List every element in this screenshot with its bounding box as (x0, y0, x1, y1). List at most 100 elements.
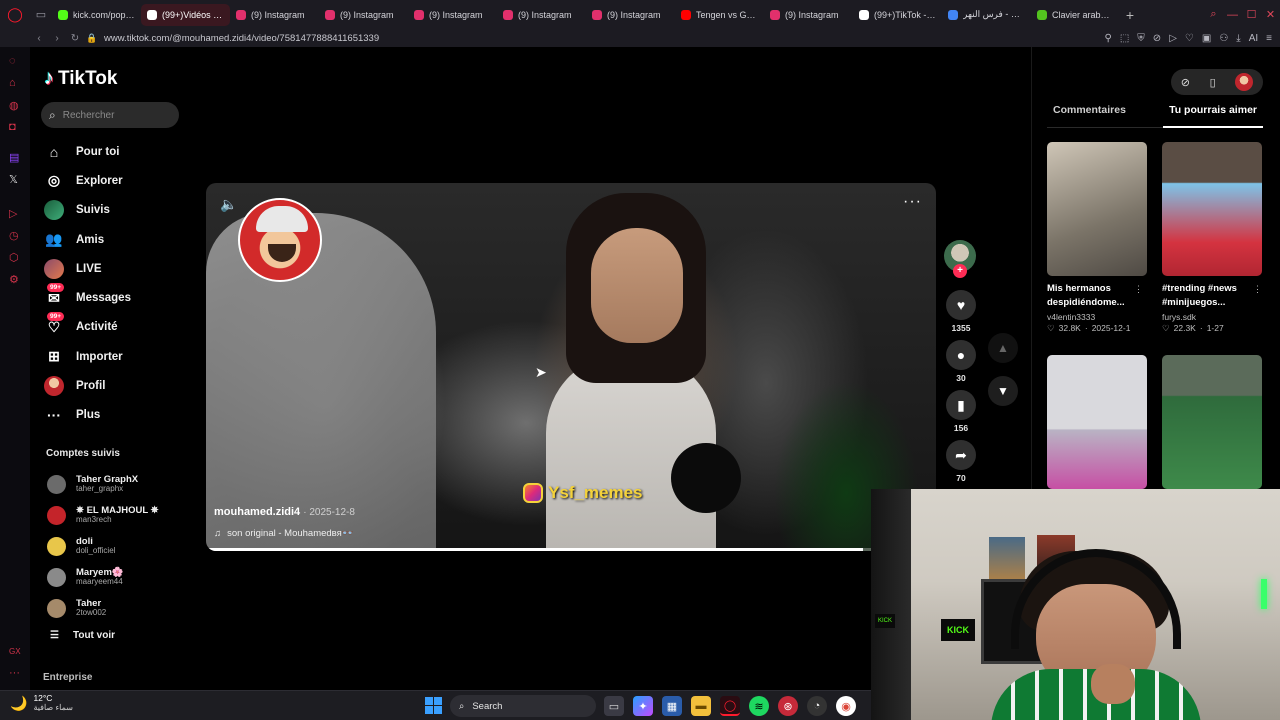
task-view-icon[interactable]: ▭ (604, 696, 624, 716)
nav-item[interactable]: Profil (44, 371, 194, 400)
followed-account[interactable]: Taher GraphX taher_graphx (47, 469, 197, 500)
browser-tab[interactable]: فرس النهر - Google (942, 4, 1031, 26)
messenger-icon[interactable]: ◍ (9, 99, 19, 112)
followed-account[interactable]: ✵ EL MAJHOUL ✵ man3rech (47, 500, 197, 531)
discover-icon[interactable]: ⊘ (1181, 76, 1190, 89)
video-progress-bar[interactable] (206, 548, 936, 551)
browser-tab[interactable]: (9) Instagram (497, 4, 586, 26)
search-tabs-icon[interactable]: ⌕ (1204, 8, 1223, 21)
bookmark-icon[interactable]: ⚲ (1105, 33, 1112, 44)
recommendation-card[interactable] (1162, 355, 1262, 489)
browser-tab[interactable]: (99+)Vidéos de Mouh (141, 3, 230, 26)
recommendation-thumbnail[interactable] (1047, 355, 1147, 489)
recommendation-card[interactable]: #trending #news #minijuegos... furys.sdk… (1162, 142, 1262, 334)
sidebar-more-icon[interactable]: ··· (9, 667, 20, 679)
windows-start-icon[interactable] (425, 697, 442, 714)
chrome-icon[interactable]: ◉ (836, 696, 856, 716)
weather-widget[interactable]: 🌙 12°C سماء صافية (10, 693, 73, 712)
search-box[interactable]: ⌕ (41, 102, 179, 128)
next-video-icon[interactable]: ▼ (988, 376, 1018, 406)
company-link[interactable]: Entreprise (43, 672, 92, 683)
browser-tab[interactable]: (9) Instagram (408, 4, 497, 26)
creator-avatar[interactable]: + (944, 240, 976, 278)
heart-icon[interactable]: ♡ (1185, 33, 1194, 44)
wallet-icon[interactable]: ▣ (1202, 33, 1211, 44)
browser-tab[interactable]: (99+)TikTok - M (853, 4, 942, 26)
player-icon[interactable]: ▷ (9, 207, 17, 220)
followed-account[interactable]: Taher 2tow002 (47, 593, 197, 624)
close-icon[interactable]: ✕ (1261, 8, 1280, 21)
account-icon[interactable]: ⚇ (1219, 33, 1228, 44)
back-icon[interactable]: ‹ (30, 33, 48, 44)
minimize-icon[interactable]: — (1223, 9, 1242, 21)
app-red-icon[interactable]: ⊛ (778, 696, 798, 716)
nav-item[interactable]: ⊞ Importer (44, 342, 194, 371)
download-icon[interactable]: ⤓ (1236, 33, 1240, 44)
maximize-icon[interactable]: ☐ (1242, 8, 1261, 21)
browser-tab[interactable]: Clavier arabe en (1031, 4, 1120, 26)
browser-tab[interactable]: (9) Instagram (586, 4, 675, 26)
recommendation-title[interactable]: Mis hermanos despidiéndome... (1047, 282, 1143, 311)
comment-icon[interactable]: ● (946, 340, 976, 370)
taskbar-search[interactable]: ⌕ Search (450, 695, 596, 717)
browser-tab[interactable]: (9) Instagram (319, 4, 408, 26)
opera-gx-taskbar-icon[interactable]: ◯ (720, 696, 740, 716)
extensions-icon[interactable]: ⬡ (9, 251, 19, 264)
bookmark-icon[interactable]: ▮ (946, 390, 976, 420)
followed-account[interactable]: Maryem🌸 maaryeem44 (47, 562, 197, 593)
comment-action[interactable]: ● 30 (944, 340, 978, 384)
instagram-icon[interactable]: ◘ (9, 121, 16, 133)
recommendation-user[interactable]: v4lentin3333 (1047, 312, 1147, 322)
recommendation-thumbnail[interactable] (1047, 142, 1147, 276)
url-field[interactable]: www.tiktok.com/@mouhamed.zidi4/video/758… (104, 33, 379, 44)
video-sound[interactable]: ♫ son original - Mouhamedвя👓 (214, 528, 354, 539)
nav-item[interactable]: 👥 Amis (44, 225, 194, 254)
browser-tab[interactable]: (9) Instagram (764, 4, 853, 26)
gx-icon[interactable]: GX (9, 647, 21, 656)
aria-ai-button[interactable]: AI (1249, 33, 1258, 44)
tiktok-logo[interactable]: ♪ TikTok (44, 67, 117, 90)
settings-icon[interactable]: ⚙ (9, 273, 19, 286)
screenshot-icon[interactable]: ⬚ (1120, 33, 1129, 44)
nav-item[interactable]: ♡ 99+ Activité (44, 312, 194, 342)
tracker-icon[interactable]: ⊘ (1153, 33, 1161, 44)
recommendation-card[interactable] (1047, 355, 1147, 489)
save-action[interactable]: ▮ 156 (944, 390, 978, 434)
shield-icon[interactable]: ⛨ (1137, 33, 1145, 44)
browser-tab[interactable]: (9) Instagram (230, 4, 319, 26)
recommendation-thumbnail[interactable] (1162, 355, 1262, 489)
previous-video-icon[interactable]: ▲ (988, 333, 1018, 363)
recommendation-card[interactable]: Mis hermanos despidiéndome... v4lentin33… (1047, 142, 1147, 334)
copilot-icon[interactable]: ✦ (633, 696, 653, 716)
app-gray-icon[interactable]: ◔ (807, 696, 827, 716)
x-icon[interactable]: 𝕏 (9, 173, 18, 186)
file-explorer-icon[interactable]: ▬ (691, 696, 711, 716)
nav-item[interactable]: Suivis (44, 196, 194, 225)
nav-item[interactable]: ··· Plus (44, 401, 194, 430)
nav-item[interactable]: ✉ 99+ Messages (44, 283, 194, 312)
heart-icon[interactable]: ♥ (946, 290, 976, 320)
store-icon[interactable]: ▦ (662, 696, 682, 716)
nav-item[interactable]: LIVE (44, 254, 194, 283)
history-icon[interactable]: ◷ (9, 229, 19, 242)
card-more-icon[interactable]: ⋮ (1134, 284, 1143, 295)
menu-icon[interactable]: ≡ (1266, 33, 1272, 44)
new-tab-button[interactable]: + (1120, 7, 1140, 23)
user-avatar[interactable] (1235, 73, 1254, 91)
twitch-icon[interactable]: ▤ (9, 151, 19, 164)
share-icon[interactable]: ➦ (946, 440, 976, 470)
video-more-icon[interactable]: ··· (903, 193, 922, 211)
device-icon[interactable]: ▯ (1210, 76, 1216, 89)
follow-plus-icon[interactable]: + (953, 264, 967, 278)
browser-tab[interactable]: Tengen vs Gyut (675, 4, 764, 26)
play-icon[interactable]: ▷ (1169, 33, 1177, 44)
recommendation-user[interactable]: furys.sdk (1162, 312, 1262, 322)
lock-icon[interactable]: 🔒 (84, 33, 100, 44)
forward-icon[interactable]: › (48, 33, 66, 44)
browser-tab[interactable]: kick.com/popout (52, 4, 141, 26)
like-action[interactable]: ♥ 1355 (944, 290, 978, 334)
share-action[interactable]: ➦ 70 (944, 440, 978, 484)
opera-logo-icon[interactable]: ◯ (0, 0, 30, 29)
bag-icon[interactable]: ⌂ (9, 77, 16, 89)
card-more-icon[interactable]: ⋮ (1253, 284, 1262, 295)
